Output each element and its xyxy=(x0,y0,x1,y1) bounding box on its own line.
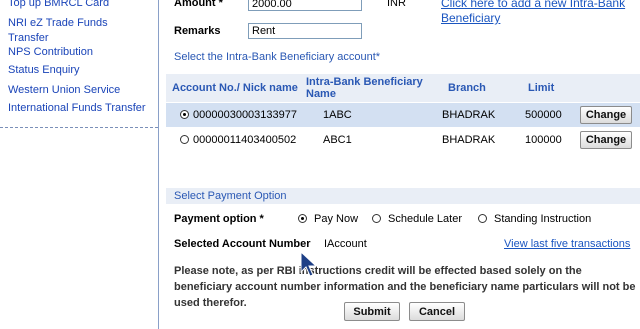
change-button[interactable]: Change xyxy=(580,106,632,124)
col-header-beneficiary-name: Intra-Bank Beneficiary Name xyxy=(306,76,423,100)
content-divider xyxy=(158,0,159,329)
sidebar-item-nri-ez-trade[interactable]: NRI eZ Trade Funds xyxy=(8,17,108,29)
account-number: 00000011403400502 xyxy=(193,134,297,146)
standing-instruction-label: Standing Instruction xyxy=(494,213,592,225)
amount-input[interactable] xyxy=(248,0,362,11)
sidebar-item-status-enquiry[interactable]: Status Enquiry xyxy=(8,64,80,76)
table-row[interactable]: 00000011403400502 ABC1 BHADRAK 100000 Ch… xyxy=(166,128,640,152)
limit: 500000 xyxy=(525,109,562,121)
add-beneficiary-link[interactable]: Click here to add a new Intra-Bank xyxy=(441,0,625,10)
view-transactions-link[interactable]: View last five transactions xyxy=(504,238,630,250)
sidebar-item-international-funds[interactable]: International Funds Transfer xyxy=(8,102,146,114)
col-header-branch: Branch xyxy=(448,82,486,94)
add-beneficiary-link-cont[interactable]: Beneficiary xyxy=(441,11,500,25)
payment-section-title: Select Payment Option xyxy=(174,190,287,202)
schedule-later-radio[interactable] xyxy=(372,214,381,223)
beneficiary-radio-2[interactable] xyxy=(180,135,189,144)
sidebar-item-western-union[interactable]: Western Union Service xyxy=(8,84,120,96)
beneficiary-radio-1[interactable] xyxy=(180,110,189,119)
col-header-account: Account No./ Nick name xyxy=(172,82,298,94)
branch: BHADRAK xyxy=(442,134,496,146)
col-header-limit: Limit xyxy=(528,82,555,94)
sidebar-nav: Top up BMRCL Card NRI eZ Trade Funds Tra… xyxy=(0,0,158,329)
schedule-later-label: Schedule Later xyxy=(388,213,462,225)
branch: BHADRAK xyxy=(442,109,496,121)
payment-option-label: Payment option * xyxy=(174,213,264,225)
pay-now-label: Pay Now xyxy=(314,213,359,225)
selected-account-value: IAccount xyxy=(324,238,367,250)
remarks-label: Remarks xyxy=(174,25,221,37)
beneficiary-name: 1ABC xyxy=(323,109,352,121)
rbi-note: Please note, as per RBI instructions cre… xyxy=(174,265,636,309)
standing-instruction-radio[interactable] xyxy=(478,214,487,223)
beneficiary-name: ABC1 xyxy=(323,134,352,146)
account-number: 00000030003133977 xyxy=(193,109,298,121)
limit: 100000 xyxy=(525,134,562,146)
remarks-input[interactable] xyxy=(248,23,362,39)
select-beneficiary-label: Select the Intra-Bank Beneficiary accoun… xyxy=(174,51,381,63)
currency-label: INR xyxy=(387,0,406,9)
sidebar-divider xyxy=(0,127,158,128)
selected-account-label: Selected Account Number xyxy=(174,238,311,250)
pay-now-radio[interactable] xyxy=(298,214,307,223)
sidebar-item-nri-ez-trade-cont[interactable]: Transfer xyxy=(8,32,49,44)
mouse-cursor-icon xyxy=(300,251,318,277)
table-row[interactable]: 00000030003133977 1ABC BHADRAK 500000 Ch… xyxy=(166,103,640,127)
cancel-button[interactable]: Cancel xyxy=(409,302,465,321)
change-button[interactable]: Change xyxy=(580,131,632,149)
submit-button[interactable]: Submit xyxy=(344,302,400,321)
sidebar-item-bmrcl[interactable]: Top up BMRCL Card xyxy=(8,0,109,9)
amount-label: Amount * xyxy=(174,0,223,9)
sidebar-item-nps-contribution[interactable]: NPS Contribution xyxy=(8,46,93,58)
